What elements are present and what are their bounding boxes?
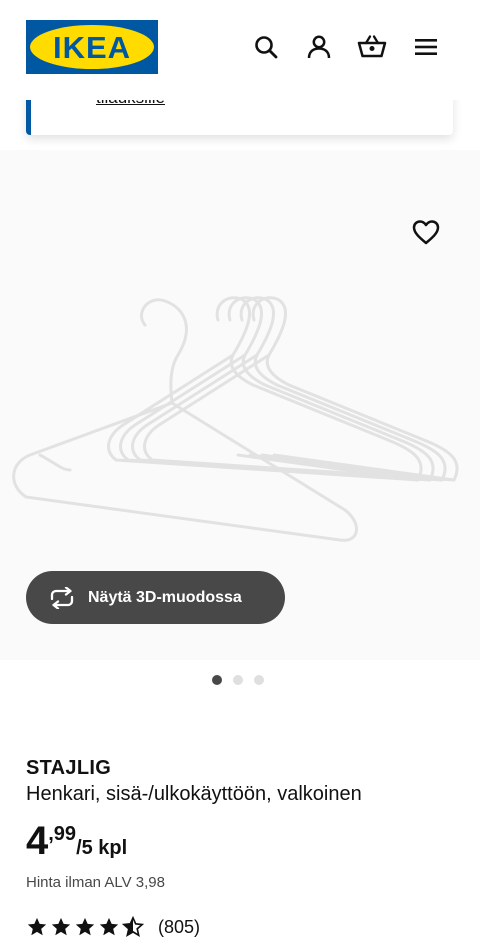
gallery-pagination xyxy=(212,675,264,685)
menu-icon[interactable] xyxy=(409,30,443,64)
product-price: 4 ,99 /5 kpl xyxy=(26,818,127,864)
ikea-logo[interactable]: IKEA xyxy=(26,20,158,74)
search-icon[interactable] xyxy=(249,30,283,64)
basket-icon[interactable] xyxy=(355,30,389,64)
star-icon xyxy=(51,917,71,936)
account-icon[interactable] xyxy=(302,30,336,64)
rating-stars xyxy=(26,916,144,938)
view-3d-label: Näytä 3D-muodossa xyxy=(88,588,242,606)
price-ex-vat: Hinta ilman ALV 3,98 xyxy=(26,874,165,891)
site-header: IKEA xyxy=(0,0,480,100)
product-image xyxy=(12,296,459,542)
star-half-icon xyxy=(122,916,144,937)
star-icon xyxy=(99,917,119,936)
star-icon xyxy=(75,917,95,936)
product-description: Henkari, sisä-/ulkokäyttöön, valkoinen xyxy=(26,783,362,805)
star-icon xyxy=(27,917,47,936)
view-3d-button[interactable]: Näytä 3D-muodossa xyxy=(26,571,285,624)
price-unit: /5 kpl xyxy=(76,837,128,859)
svg-text:IKEA: IKEA xyxy=(53,30,131,65)
rotate-arrows-icon xyxy=(50,586,74,609)
price-decimal: ,99 xyxy=(48,823,77,845)
pagination-dot-3[interactable] xyxy=(254,675,264,685)
pagination-dot-2[interactable] xyxy=(233,675,243,685)
product-name: STAJLIG xyxy=(26,757,112,779)
heart-icon[interactable] xyxy=(410,216,442,248)
product-rating[interactable]: (805) xyxy=(26,916,200,938)
pagination-dot-1[interactable] xyxy=(212,675,222,685)
price-integer: 4 xyxy=(26,819,49,863)
review-count: (805) xyxy=(158,916,201,937)
